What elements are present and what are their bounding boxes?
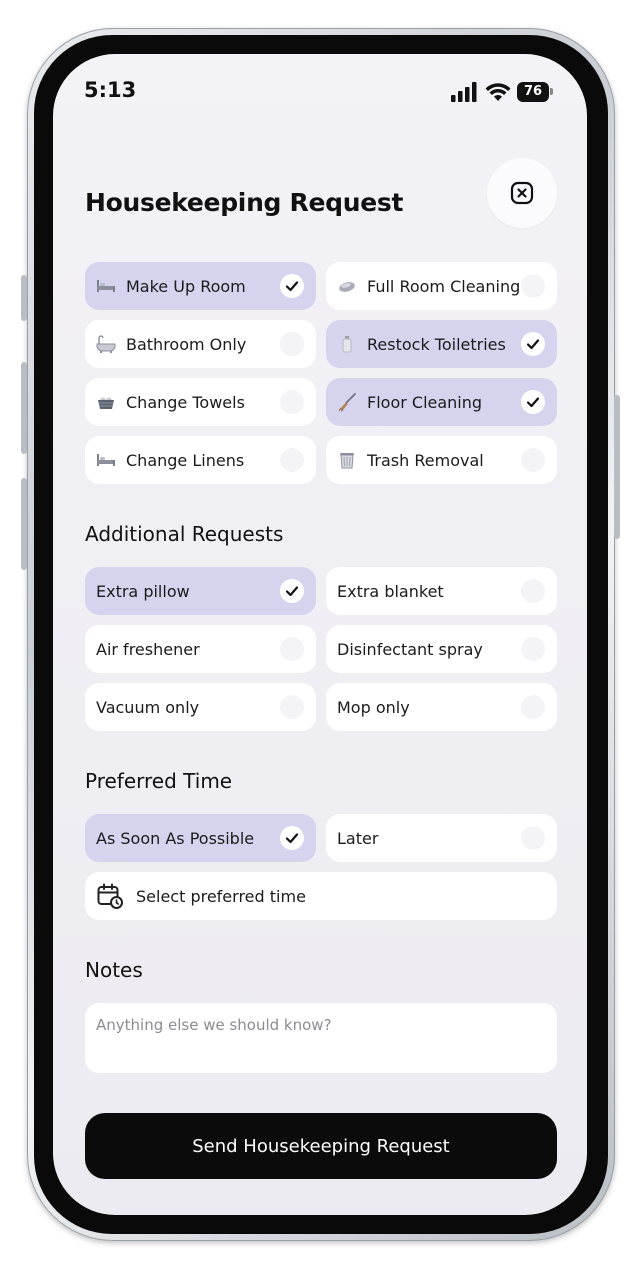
option-make-up-room[interactable]: Make Up Room (85, 262, 316, 310)
checkbox-checked (521, 390, 545, 414)
option-label: Extra pillow (96, 581, 190, 601)
status-icons: 76 (451, 80, 561, 104)
option-air-freshener[interactable]: Air freshener (85, 625, 316, 673)
checkbox-checked (280, 274, 304, 298)
close-button[interactable] (487, 158, 557, 228)
bed-icon (96, 450, 116, 470)
checkbox-checked (280, 579, 304, 603)
screen: 5:13 76 Housekeeping Request Make Up Roo… (53, 54, 587, 1215)
option-label: Bathroom Only (126, 334, 247, 354)
volume-down-button (21, 478, 27, 570)
battery-indicator: 76 (517, 82, 549, 102)
checkbox-unchecked (280, 448, 304, 472)
status-time: 5:13 (84, 78, 137, 102)
checkbox-unchecked (521, 695, 545, 719)
page-title: Housekeeping Request (85, 188, 404, 217)
calendar-clock-icon (96, 882, 124, 910)
option-label: Change Towels (126, 392, 245, 412)
option-label: Restock Toiletries (367, 334, 506, 354)
towel-basket-icon (96, 392, 116, 412)
checkbox-checked (280, 826, 304, 850)
option-label: Later (337, 828, 379, 848)
option-label: Full Room Cleaning (367, 276, 521, 296)
notes-placeholder: Anything else we should know? (96, 1016, 332, 1034)
checkbox-unchecked (280, 390, 304, 414)
checkmark-icon (526, 339, 540, 350)
checkmark-icon (285, 281, 299, 292)
checkbox-unchecked (521, 637, 545, 661)
volume-up-button (21, 362, 27, 454)
checkbox-unchecked (521, 274, 545, 298)
battery-cap (550, 88, 553, 95)
option-label: Vacuum only (96, 697, 200, 717)
option-label: Floor Cleaning (367, 392, 483, 412)
send-request-button[interactable]: Send Housekeeping Request (85, 1113, 557, 1179)
option-label: As Soon As Possible (96, 828, 255, 848)
option-later[interactable]: Later (326, 814, 557, 862)
checkbox-unchecked (280, 695, 304, 719)
option-mop-only[interactable]: Mop only (326, 683, 557, 731)
option-disinfectant-spray[interactable]: Disinfectant spray (326, 625, 557, 673)
select-preferred-time-button[interactable]: Select preferred time (85, 872, 557, 920)
checkbox-unchecked (521, 826, 545, 850)
checkbox-unchecked (521, 448, 545, 472)
option-trash-removal[interactable]: Trash Removal (326, 436, 557, 484)
section-title-additional: Additional Requests (85, 522, 284, 546)
option-label: Change Linens (126, 450, 245, 470)
checkbox-unchecked (521, 579, 545, 603)
option-restock-toiletries[interactable]: Restock Toiletries (326, 320, 557, 368)
lotion-bottle-icon (337, 334, 357, 354)
option-change-towels[interactable]: Change Towels (85, 378, 316, 426)
option-label: Disinfectant spray (337, 639, 483, 659)
option-asap[interactable]: As Soon As Possible (85, 814, 316, 862)
soap-icon (337, 276, 357, 296)
section-title-preferred-time: Preferred Time (85, 769, 233, 793)
broom-icon (337, 392, 357, 412)
wastebasket-icon (337, 450, 357, 470)
option-label: Mop only (337, 697, 410, 717)
option-label: Air freshener (96, 639, 200, 659)
select-preferred-time-label: Select preferred time (136, 886, 306, 906)
checkmark-icon (285, 833, 299, 844)
option-full-room-cleaning[interactable]: Full Room Cleaning (326, 262, 557, 310)
option-label: Trash Removal (367, 450, 484, 470)
close-icon (510, 181, 534, 205)
bathtub-icon (96, 334, 116, 354)
checkbox-unchecked (280, 637, 304, 661)
power-button (614, 395, 620, 539)
action-button (21, 275, 27, 321)
section-title-notes: Notes (85, 958, 143, 982)
option-label: Make Up Room (126, 276, 246, 296)
option-change-linens[interactable]: Change Linens (85, 436, 316, 484)
option-extra-blanket[interactable]: Extra blanket (326, 567, 557, 615)
option-bathroom-only[interactable]: Bathroom Only (85, 320, 316, 368)
signal-icon (451, 82, 477, 102)
option-vacuum-only[interactable]: Vacuum only (85, 683, 316, 731)
checkbox-checked (521, 332, 545, 356)
checkmark-icon (285, 586, 299, 597)
option-label: Extra blanket (337, 581, 444, 601)
bed-icon (96, 276, 116, 296)
checkmark-icon (526, 397, 540, 408)
notes-input[interactable]: Anything else we should know? (85, 1003, 557, 1073)
option-floor-cleaning[interactable]: Floor Cleaning (326, 378, 557, 426)
wifi-icon (485, 83, 511, 101)
option-extra-pillow[interactable]: Extra pillow (85, 567, 316, 615)
checkbox-unchecked (280, 332, 304, 356)
